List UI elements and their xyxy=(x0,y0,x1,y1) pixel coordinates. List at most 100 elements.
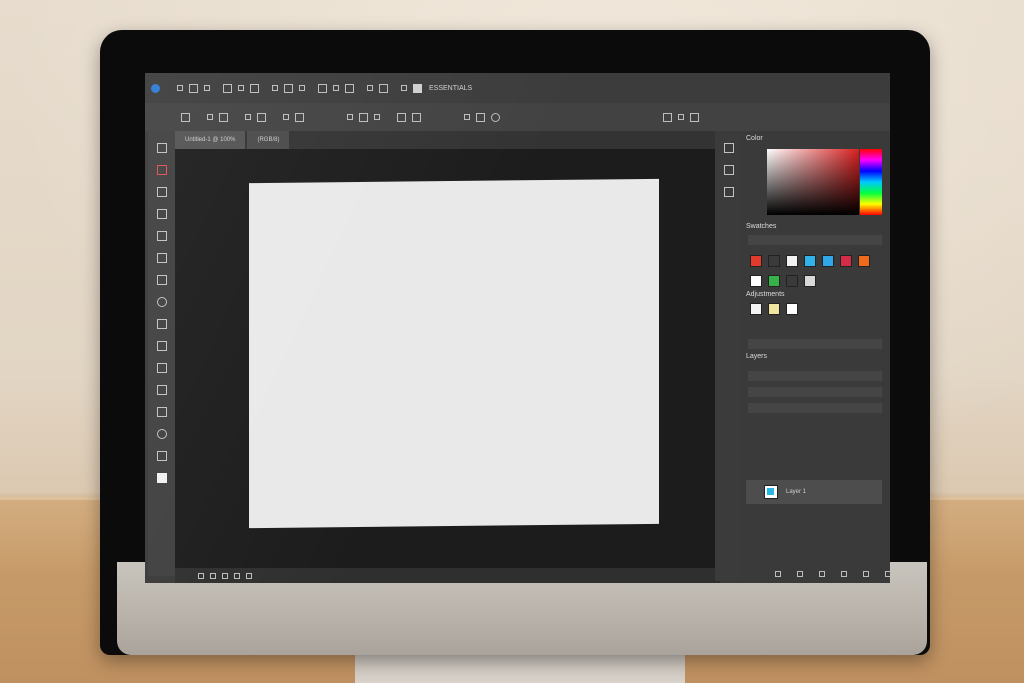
swatch-green[interactable] xyxy=(768,275,780,287)
menu-icon-15[interactable] xyxy=(401,85,407,91)
menu-icon-13[interactable] xyxy=(367,85,373,91)
eraser-icon[interactable] xyxy=(156,297,167,307)
info-icon[interactable] xyxy=(724,187,734,197)
option-icon-10[interactable] xyxy=(397,112,406,122)
layers-filter-row xyxy=(748,371,882,381)
layers-bottom-toolbar xyxy=(772,571,890,577)
gradient-icon[interactable] xyxy=(156,319,167,329)
swatch-blue[interactable] xyxy=(822,255,834,267)
brush-icon[interactable] xyxy=(156,253,167,263)
zoom-icon[interactable] xyxy=(156,429,167,439)
menu-icon-1[interactable] xyxy=(177,85,183,91)
option-icon-11[interactable] xyxy=(412,112,421,122)
option-icon-5[interactable] xyxy=(283,114,289,120)
menu-icon-3[interactable] xyxy=(204,85,210,91)
document-tabs: Untitled-1 @ 100% (RGB/8) xyxy=(175,131,720,149)
swatch-gray[interactable] xyxy=(804,275,816,287)
layers-panel-title[interactable]: Layers xyxy=(746,353,767,360)
status-icon-4 xyxy=(234,572,240,579)
app-logo-icon[interactable] xyxy=(151,83,160,93)
swatch-row-2 xyxy=(750,275,816,287)
shape-icon[interactable] xyxy=(156,385,167,395)
panel-dock xyxy=(715,131,743,581)
status-bar xyxy=(175,568,720,583)
menu-icon-14[interactable] xyxy=(379,83,388,93)
swatch-orange[interactable] xyxy=(858,255,870,267)
hue-slider[interactable] xyxy=(860,149,882,215)
menu-icon-9[interactable] xyxy=(299,85,305,91)
crop-icon[interactable] xyxy=(156,209,167,219)
swatch-red[interactable] xyxy=(750,255,762,267)
status-icon-3 xyxy=(222,572,228,579)
option-icon-16[interactable] xyxy=(678,114,684,120)
option-icon-2[interactable] xyxy=(219,112,228,122)
mask-icon[interactable] xyxy=(819,571,825,577)
swatch-crimson[interactable] xyxy=(840,255,852,267)
adjustments-panel-title[interactable]: Adjustments xyxy=(746,291,785,298)
eyedropper-icon[interactable] xyxy=(156,231,167,241)
adjustment-icon-1[interactable] xyxy=(750,303,762,315)
marquee-icon[interactable] xyxy=(156,165,167,175)
screen: ESSENTIALS Untitled-1 @ 100% (RGB/8) Col… xyxy=(145,73,890,583)
option-icon-14[interactable] xyxy=(491,112,500,122)
option-icon-12[interactable] xyxy=(464,114,470,120)
move-icon[interactable] xyxy=(156,143,167,153)
menu-icon-8[interactable] xyxy=(284,83,293,93)
canvas[interactable] xyxy=(249,178,659,529)
option-icon-6[interactable] xyxy=(295,112,304,122)
swatch-row-1 xyxy=(750,255,870,267)
menu-icon-6[interactable] xyxy=(250,83,259,93)
layer-thumbnail xyxy=(764,485,778,499)
pen-icon[interactable] xyxy=(156,341,167,351)
option-icon-7[interactable] xyxy=(347,114,353,120)
option-icon-9[interactable] xyxy=(374,114,380,120)
option-icon-8[interactable] xyxy=(359,112,368,122)
menu-icon-7[interactable] xyxy=(272,85,278,91)
swatches-panel-title[interactable]: Swatches xyxy=(746,223,776,230)
option-icon-13[interactable] xyxy=(476,112,485,122)
adjustment-icon-3[interactable] xyxy=(786,303,798,315)
camera-icon[interactable] xyxy=(156,473,167,483)
option-icon-4[interactable] xyxy=(257,112,266,122)
tool-preset-icon[interactable] xyxy=(181,112,190,122)
folder-icon[interactable] xyxy=(863,571,869,577)
swatch-cyan[interactable] xyxy=(804,255,816,267)
menu-icon-4[interactable] xyxy=(223,83,232,93)
fx-icon[interactable] xyxy=(797,571,803,577)
menu-icon-5[interactable] xyxy=(238,85,244,91)
option-icon-1[interactable] xyxy=(207,114,213,120)
menu-icon-11[interactable] xyxy=(333,85,339,91)
foreground-color-icon[interactable] xyxy=(156,451,167,461)
adjustment-icon-2[interactable] xyxy=(768,303,780,315)
layer-name: Layer 1 xyxy=(786,489,807,495)
menu-icon-10[interactable] xyxy=(318,83,327,93)
history-icon[interactable] xyxy=(724,143,734,153)
option-icon-17[interactable] xyxy=(690,112,699,122)
color-picker-field[interactable] xyxy=(767,149,859,215)
tab-document-info[interactable]: (RGB/8) xyxy=(247,131,290,149)
link-layers-icon[interactable] xyxy=(775,571,781,577)
menu-icon-12[interactable] xyxy=(345,83,354,93)
menu-icon-2[interactable] xyxy=(189,83,198,93)
swatch-white[interactable] xyxy=(786,255,798,267)
layer-row[interactable]: Layer 1 xyxy=(746,480,882,504)
type-icon[interactable] xyxy=(156,363,167,373)
swatch-dark-2[interactable] xyxy=(786,275,798,287)
tab-document[interactable]: Untitled-1 @ 100% xyxy=(175,131,246,149)
tab-document-info-label: (RGB/8) xyxy=(257,137,280,143)
properties-icon[interactable] xyxy=(724,165,734,175)
swatch-white-2[interactable] xyxy=(750,275,762,287)
workspace-label[interactable]: ESSENTIALS xyxy=(429,85,472,92)
new-layer-icon[interactable] xyxy=(885,571,890,577)
color-panel-title[interactable]: Color xyxy=(746,135,763,142)
lasso-icon[interactable] xyxy=(156,187,167,197)
swatch-dark[interactable] xyxy=(768,255,780,267)
adjustment-layer-icon[interactable] xyxy=(841,571,847,577)
hand-icon[interactable] xyxy=(156,407,167,417)
layers-lock-row xyxy=(748,403,882,413)
layers-blend-row xyxy=(748,387,882,397)
menu-icon-16[interactable] xyxy=(413,83,422,93)
option-icon-15[interactable] xyxy=(663,112,672,122)
option-icon-3[interactable] xyxy=(245,114,251,120)
stamp-icon[interactable] xyxy=(156,275,167,285)
